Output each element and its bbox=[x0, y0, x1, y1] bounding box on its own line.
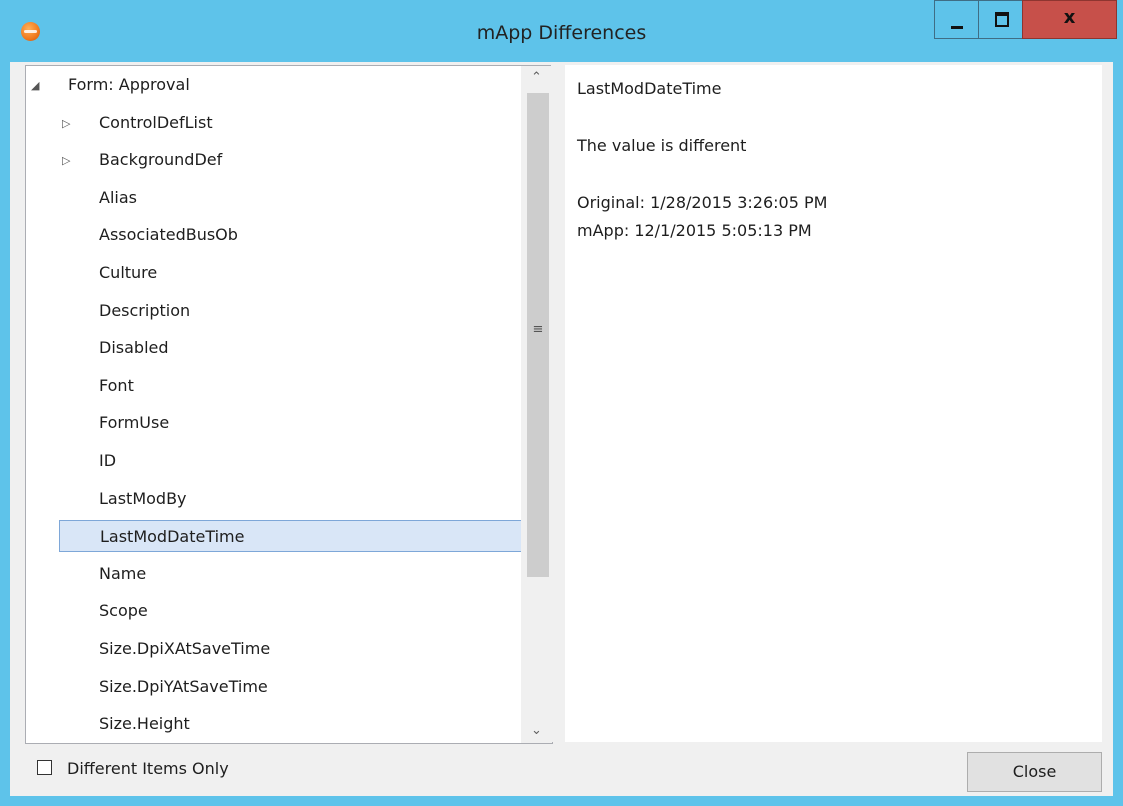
maximize-icon bbox=[995, 12, 1009, 27]
tree-item-label: BackgroundDef bbox=[99, 150, 223, 170]
tree-item-label: AssociatedBusOb bbox=[99, 225, 238, 245]
close-icon: x bbox=[1063, 7, 1076, 28]
minimize-icon bbox=[951, 26, 963, 29]
tree-item-label: LastModBy bbox=[99, 488, 187, 508]
scrollbar-grip-icon: ≡ bbox=[532, 322, 544, 337]
tree-item-label: ControlDefList bbox=[99, 112, 213, 132]
tree-item-label: Size.DpiXAtSaveTime bbox=[99, 639, 271, 658]
tree-item-label: Alias bbox=[99, 187, 137, 207]
tree-item-label: Size.Height bbox=[99, 714, 190, 734]
triangle-collapsed-icon[interactable]: ▷ bbox=[62, 155, 74, 167]
window-close-button[interactable]: x bbox=[1022, 0, 1117, 39]
tree-item-label: Culture bbox=[99, 263, 158, 282]
panel-splitter[interactable] bbox=[551, 65, 565, 742]
scroll-up-arrow-icon[interactable]: ⌃ bbox=[521, 66, 552, 90]
tree-item-label: LastModDateTime bbox=[100, 527, 245, 547]
mapp-value: mApp: 12/1/2015 5:05:13 PM bbox=[577, 221, 812, 240]
scrollbar-thumb[interactable]: ≡ bbox=[527, 93, 549, 577]
minimize-button[interactable] bbox=[934, 0, 979, 39]
close-button[interactable]: Close bbox=[967, 752, 1102, 792]
app-window: mApp Differences x ◢ Form: Approval ▷ Contr… bbox=[0, 0, 1123, 806]
difference-message: The value is different bbox=[577, 136, 747, 155]
dialog-body: ◢ Form: Approval ▷ ControlDefList ▷ Backgroun… bbox=[10, 62, 1113, 796]
detail-panel: LastModDateTime The value is different O… bbox=[565, 65, 1102, 742]
title-bar[interactable]: mApp Differences x bbox=[0, 0, 1123, 62]
tree-item-label: Description bbox=[99, 300, 191, 320]
triangle-collapsed-icon[interactable]: ▷ bbox=[62, 117, 74, 130]
tree-item-label: Scope bbox=[99, 601, 148, 621]
triangle-expanded-icon[interactable]: ◢ bbox=[31, 80, 43, 92]
detail-heading: LastModDateTime bbox=[577, 79, 722, 98]
different-items-only-checkbox[interactable] bbox=[37, 760, 52, 775]
maximize-button[interactable] bbox=[978, 0, 1023, 39]
scroll-down-arrow-icon[interactable]: ⌄ bbox=[521, 719, 552, 743]
tree-item-label: Font bbox=[99, 375, 134, 395]
vertical-scrollbar[interactable]: ⌃ ≡ ⌄ bbox=[521, 66, 552, 743]
tree-item-label: Form: Approval bbox=[68, 75, 190, 94]
property-tree[interactable]: ◢ Form: Approval ▷ ControlDefList ▷ Backgroun… bbox=[25, 65, 553, 744]
tree-item-label: FormUse bbox=[99, 413, 170, 433]
tree-item-label: Name bbox=[99, 563, 147, 583]
tree-item-label: Disabled bbox=[99, 338, 169, 358]
original-value: Original: 1/28/2015 3:26:05 PM bbox=[577, 193, 828, 212]
tree-item-label: Size.DpiYAtSaveTime bbox=[99, 676, 268, 696]
tree-item[interactable]: LastModDateTime bbox=[59, 520, 550, 553]
different-items-only-label[interactable]: Different Items Only bbox=[67, 759, 229, 778]
tree-item-label: ID bbox=[99, 451, 117, 470]
